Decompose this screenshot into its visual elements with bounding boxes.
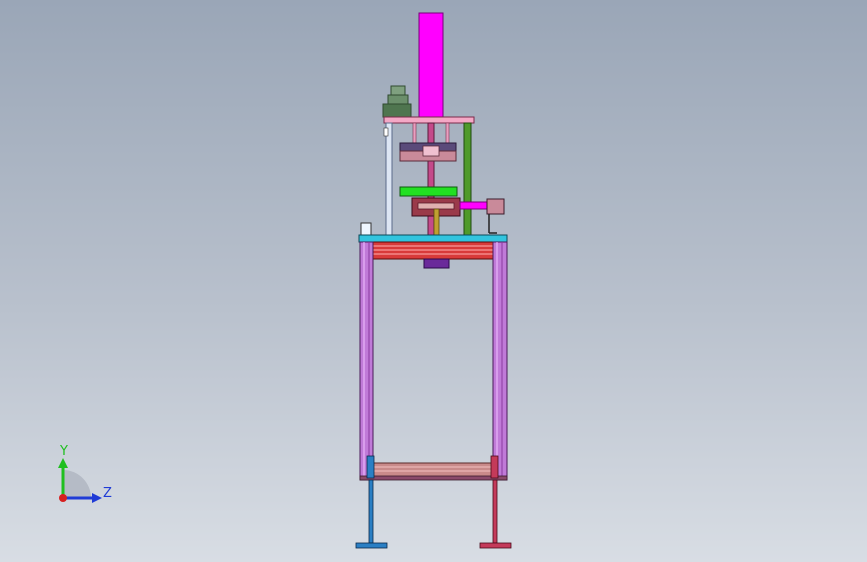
sensor-block bbox=[360, 222, 372, 236]
cad-model-canvas[interactable]: Y Z bbox=[0, 0, 867, 562]
green-bracket bbox=[399, 186, 458, 197]
press-head bbox=[399, 142, 457, 162]
top-plate bbox=[383, 116, 475, 124]
piston-rod bbox=[427, 122, 435, 237]
work-table bbox=[358, 234, 508, 243]
frame-uprights bbox=[359, 241, 508, 481]
cad-viewport[interactable]: Y Z bbox=[0, 0, 867, 562]
orientation-triad: Y Z bbox=[58, 444, 112, 503]
clamp-mechanism bbox=[411, 197, 461, 237]
x-axis-dot-icon bbox=[59, 494, 67, 502]
triad-z-label: Z bbox=[103, 486, 112, 501]
bottom-frame bbox=[359, 462, 508, 481]
pneumatic-cylinder bbox=[418, 12, 444, 118]
control-box bbox=[423, 258, 450, 269]
servo-motor bbox=[382, 85, 412, 118]
triad-y-label: Y bbox=[59, 444, 68, 459]
belt-assembly bbox=[372, 241, 494, 260]
triad-plane-icon bbox=[63, 470, 91, 498]
